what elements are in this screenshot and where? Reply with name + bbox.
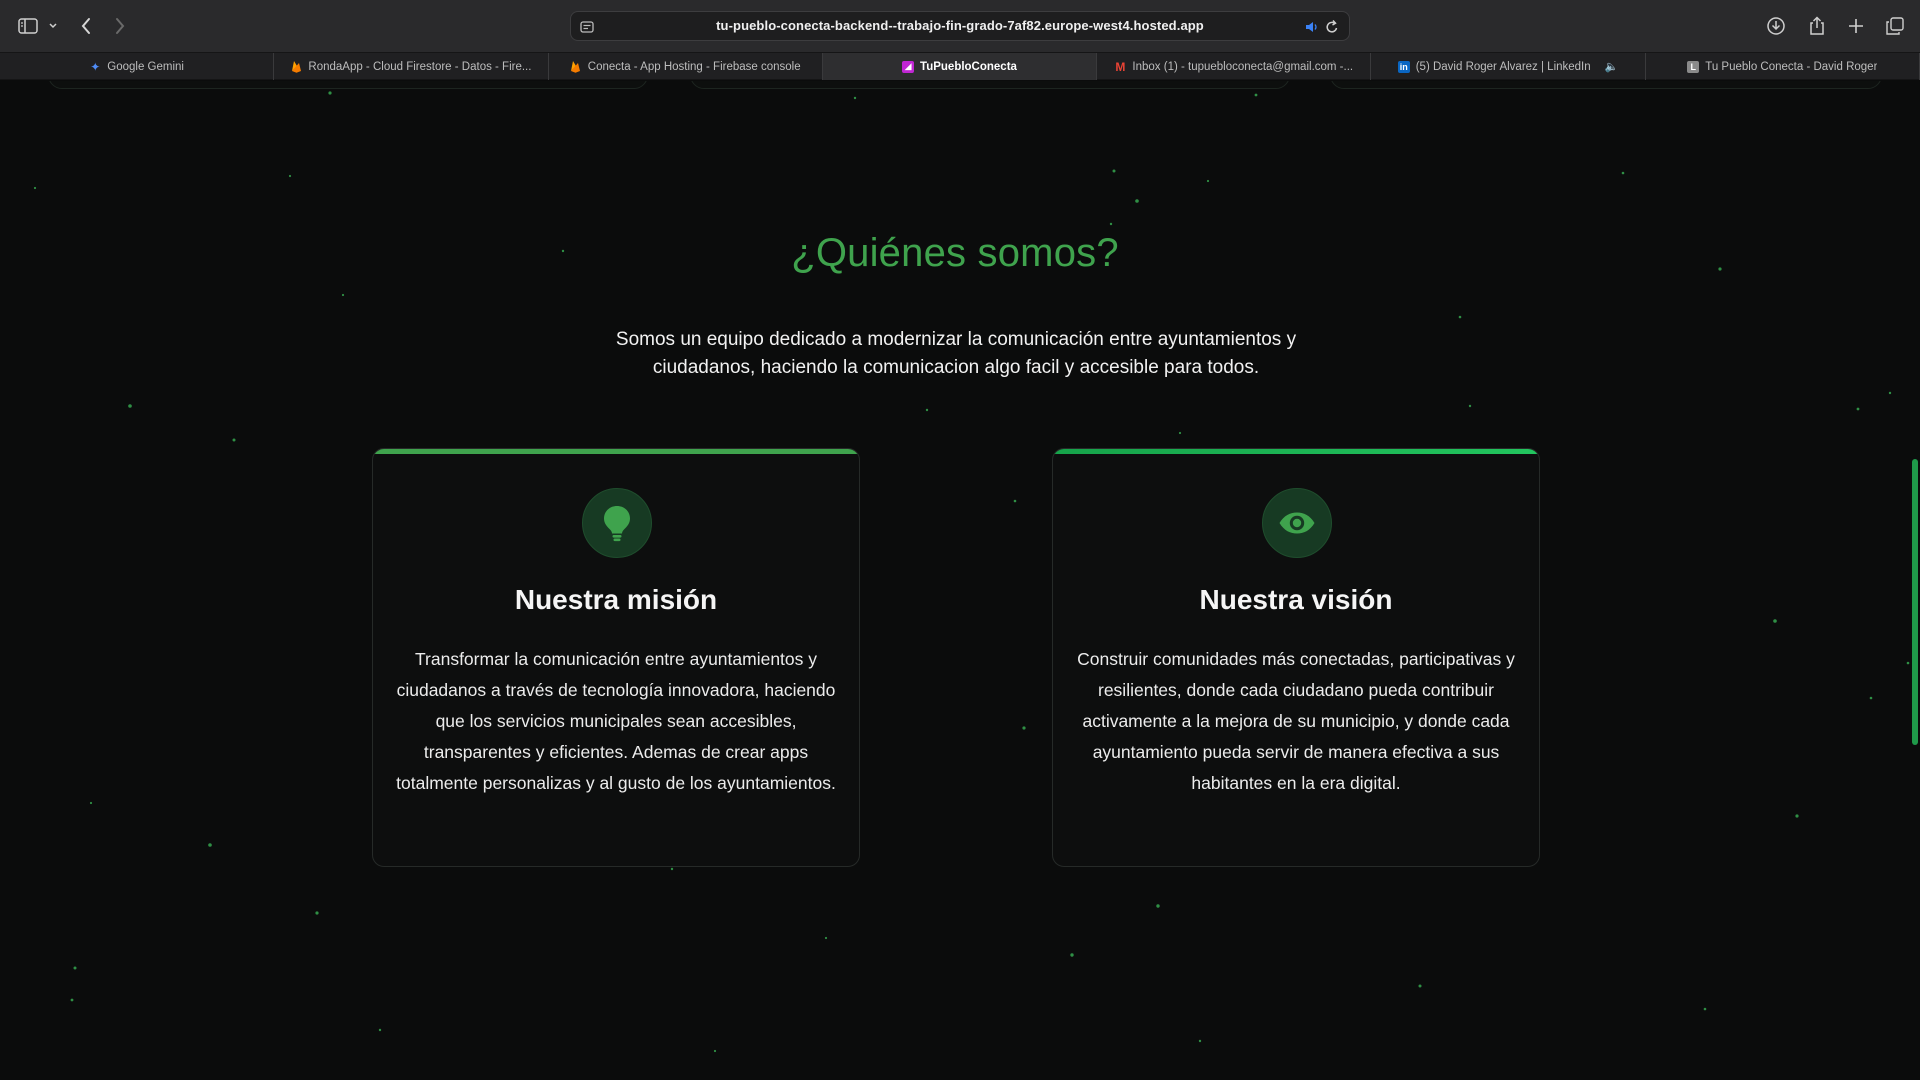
previous-card	[48, 81, 648, 89]
tab-label: RondaApp - Cloud Firestore - Datos - Fir…	[308, 60, 532, 73]
back-button[interactable]	[80, 17, 92, 35]
letter-l-icon: L	[1687, 60, 1700, 73]
audio-playing-icon[interactable]	[1305, 20, 1319, 39]
tab-conecta-app-hosting[interactable]: Conecta - App Hosting - Firebase console	[549, 53, 823, 80]
page-scrollbar[interactable]	[1912, 459, 1918, 745]
firebase-icon	[570, 61, 582, 73]
tab-label: Google Gemini	[107, 60, 184, 73]
tab-overview-icon[interactable]	[1886, 17, 1904, 35]
tab-rondaapp-firestore[interactable]: RondaApp - Cloud Firestore - Datos - Fir…	[274, 53, 549, 80]
section-title: ¿Quiénes somos?	[791, 231, 1119, 275]
reload-icon[interactable]	[1325, 19, 1339, 40]
tab-label: TuPuebloConecta	[920, 60, 1017, 73]
chevron-down-icon[interactable]	[48, 22, 58, 30]
tab-tu-pueblo-conecta-david[interactable]: L Tu Pueblo Conecta - David Roger	[1646, 53, 1920, 80]
card-accent-bar	[373, 449, 859, 454]
gmail-icon: M	[1115, 59, 1126, 74]
previous-section-cards	[0, 81, 1920, 89]
tab-google-gemini[interactable]: ✦ Google Gemini	[0, 53, 275, 80]
gemini-icon: ✦	[90, 59, 101, 74]
share-icon[interactable]	[1808, 16, 1826, 36]
section-subtitle: Somos un equipo dedicado a modernizar la…	[615, 329, 1297, 378]
mission-card: Nuestra misión Transformar la comunicaci…	[372, 448, 860, 867]
tab-label: Conecta - App Hosting - Firebase console	[587, 60, 801, 73]
mission-title: Nuestra misión	[514, 584, 718, 615]
tab-label: Inbox (1) - tupuebloconecta@gmail.com -.…	[1132, 60, 1354, 73]
speaker-icon[interactable]: 🔈	[1605, 60, 1619, 73]
browser-toolbar: tu-pueblo-conecta-backend--trabajo-fin-g…	[0, 0, 1920, 52]
card-accent-bar	[1053, 449, 1539, 454]
previous-card	[690, 81, 1290, 89]
sidebar-toggle-icon[interactable]	[18, 18, 38, 34]
tab-gmail-inbox[interactable]: M Inbox (1) - tupuebloconecta@gmail.com …	[1097, 53, 1372, 80]
toolbar-right-group	[1766, 0, 1904, 52]
tab-bar: ✦ Google Gemini RondaApp - Cloud Firesto…	[0, 52, 1920, 80]
tab-tupuebloconecta[interactable]: ◢ TuPuebloConecta	[822, 53, 1098, 80]
mission-text: Transformar la comunicación entre ayunta…	[396, 649, 836, 793]
tab-label: Tu Pueblo Conecta - David Roger	[1705, 60, 1878, 73]
downloads-icon[interactable]	[1766, 16, 1786, 36]
forward-button[interactable]	[114, 17, 126, 35]
lightbulb-icon	[582, 488, 652, 558]
tab-label: (5) David Roger Alvarez | LinkedIn	[1415, 60, 1591, 73]
tab-linkedin[interactable]: in (5) David Roger Alvarez | LinkedIn 🔈	[1371, 53, 1646, 80]
eye-icon	[1262, 488, 1332, 558]
page-viewport: ¿Quiénes somos? Somos un equipo dedicado…	[0, 81, 1920, 1080]
firebase-icon	[290, 61, 302, 73]
vision-title: Nuestra visión	[1199, 584, 1393, 615]
address-bar[interactable]: tu-pueblo-conecta-backend--trabajo-fin-g…	[570, 11, 1350, 41]
previous-card	[1330, 81, 1882, 89]
vision-text: Construir comunidades más conectadas, pa…	[1077, 649, 1515, 793]
linkedin-icon: in	[1397, 60, 1410, 73]
new-tab-icon[interactable]	[1848, 18, 1864, 34]
toolbar-left-group	[18, 0, 126, 52]
url-text[interactable]: tu-pueblo-conecta-backend--trabajo-fin-g…	[571, 11, 1349, 41]
vision-card: Nuestra visión Construir comunidades más…	[1052, 448, 1540, 867]
app-icon: ◢	[902, 60, 915, 73]
